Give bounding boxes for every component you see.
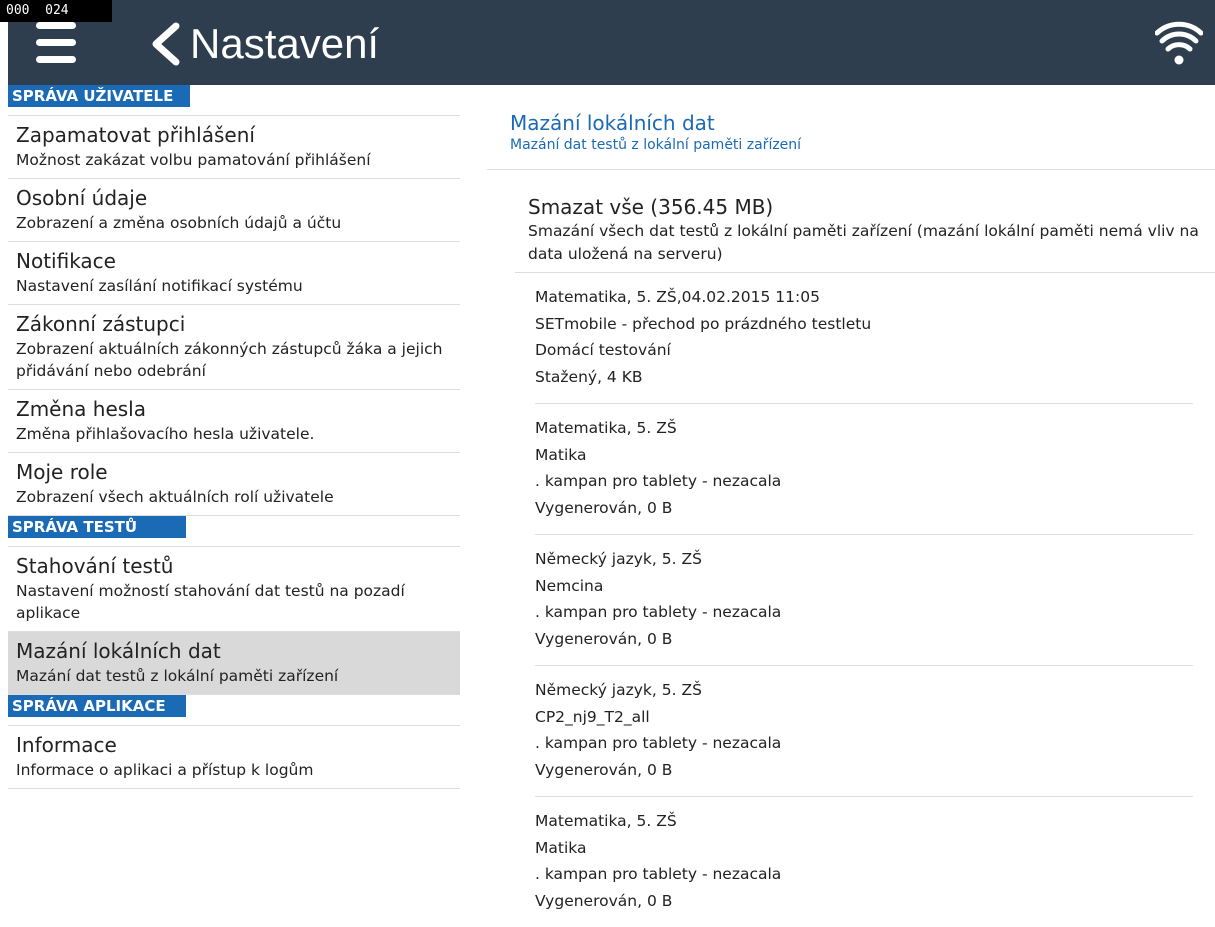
test-data-entry[interactable]: Matematika, 5. ZŠ,04.02.2015 11:05 SETmob… <box>535 273 1193 404</box>
sidebar-item-title: Informace <box>16 733 117 757</box>
entry-status: Vygenerován, 0 B <box>535 498 673 517</box>
sidebar-item-title: Stahování testů <box>16 554 174 578</box>
entry-status: Vygenerován, 0 B <box>535 891 673 910</box>
entry-subject: Matematika, 5. ZŠ <box>535 812 677 830</box>
detail-subtitle: Mazání dat testů z lokální paměti zaříze… <box>510 137 802 153</box>
debug-counter: 000 024 <box>0 0 112 22</box>
test-data-entry[interactable]: Německý jazyk, 5. ZŠ Nemcina . kampan pro … <box>535 535 1193 666</box>
delete-all-title: Smazat vše (356.45 MB) <box>528 195 774 219</box>
sidebar-item[interactable]: Změna hesla Změna přihlašovacího hesla už… <box>8 390 460 453</box>
wifi-icon <box>1155 21 1203 65</box>
entry-status: Stažený, 4 KB <box>535 367 643 386</box>
detail-title: Mazání lokálních dat <box>510 111 715 135</box>
app-bar: Nastavení <box>8 0 1215 85</box>
sidebar-item[interactable]: Moje role Zobrazení všech aktuálních rolí… <box>8 453 460 516</box>
entry-status: Vygenerován, 0 B <box>535 629 673 648</box>
entry-name: Matika <box>535 445 587 464</box>
entry-status: Vygenerován, 0 B <box>535 760 673 779</box>
sidebar-item-subtitle: Zobrazení všech aktuálních rolí uživatel… <box>16 488 334 506</box>
back-button[interactable]: Nastavení <box>148 14 379 74</box>
detail-pane: Mazání lokálních dat Mazání dat testů z … <box>487 85 1215 927</box>
entry-campaign: . kampan pro tablety - nezacala <box>535 603 782 621</box>
page-title: Nastavení <box>190 20 380 67</box>
section-header: SPRÁVA APLIKACE <box>8 695 186 717</box>
sidebar-item-title: Notifikace <box>16 249 116 273</box>
entry-campaign: . kampan pro tablety - nezacala <box>535 865 782 883</box>
sidebar-item-subtitle: Mazání dat testů z lokální paměti zaříze… <box>16 667 339 685</box>
sidebar-item-title: Osobní údaje <box>16 186 148 210</box>
section-header: SPRÁVA TESTŮ <box>8 516 186 538</box>
sidebar-item-subtitle: Nastavení zasílání notifikací systému <box>16 277 303 295</box>
sidebar-item-subtitle: Změna přihlašovacího hesla uživatele. <box>16 425 315 443</box>
test-data-entry[interactable]: Německý jazyk, 5. ZŠ CP2_nj9_T2_all . kamp… <box>535 666 1193 797</box>
sidebar-item-title: Zapamatovat přihlášení <box>16 123 255 147</box>
entry-campaign: Domácí testování <box>535 341 671 359</box>
test-data-entry[interactable]: Matematika, 5. ZŠ Matika . kampan pro tabl… <box>535 797 1193 927</box>
section-header-wrap: SPRÁVA UŽIVATELE <box>8 85 460 116</box>
sidebar-item[interactable]: Informace Informace o aplikaci a přístup … <box>8 726 460 789</box>
sidebar-item[interactable]: Notifikace Nastavení zasílání notifikací … <box>8 242 460 305</box>
entry-subject: Německý jazyk, 5. ZŠ <box>535 681 702 699</box>
sidebar-item-subtitle: Možnost zakázat volbu pamatování přihláš… <box>16 151 371 169</box>
section-header-wrap: SPRÁVA APLIKACE <box>8 695 460 726</box>
sidebar-item[interactable]: Stahování testů Nastavení možností stahov… <box>8 547 460 632</box>
section-header-wrap: SPRÁVA TESTŮ <box>8 516 460 547</box>
sidebar-item-title: Mazání lokálních dat <box>16 639 221 663</box>
sidebar-item-title: Změna hesla <box>16 397 146 421</box>
sidebar-item[interactable]: Mazání lokálních dat Mazání dat testů z l… <box>8 632 460 695</box>
entry-name: SETmobile - přechod po prázdného testlet… <box>535 314 872 333</box>
chevron-left-icon <box>152 22 180 66</box>
entry-campaign: . kampan pro tablety - nezacala <box>535 734 782 752</box>
sidebar-item-subtitle: Nastavení možností stahování dat testů n… <box>16 582 405 622</box>
delete-all-button[interactable]: Smazat vše (356.45 MB) Smazání všech dat… <box>515 170 1215 273</box>
entry-name: CP2_nj9_T2_all <box>535 707 650 726</box>
detail-header: Mazání lokálních dat Mazání dat testů z … <box>487 85 1215 170</box>
sidebar-item[interactable]: Osobní údaje Zobrazení a změna osobních ú… <box>8 179 460 242</box>
section-header: SPRÁVA UŽIVATELE <box>8 85 190 107</box>
entry-subject: Matematika, 5. ZŠ,04.02.2015 11:05 <box>535 288 820 306</box>
test-data-entry[interactable]: Matematika, 5. ZŠ Matika . kampan pro tabl… <box>535 404 1193 535</box>
test-data-list: Matematika, 5. ZŠ,04.02.2015 11:05 SETmob… <box>535 273 1193 927</box>
sidebar-item-subtitle: Zobrazení aktuálních zákonných zástupců … <box>16 340 443 380</box>
hamburger-icon[interactable] <box>36 22 76 68</box>
sidebar-item[interactable]: Zákonní zástupci Zobrazení aktuálních zák… <box>8 305 460 390</box>
sidebar-item[interactable]: Zapamatovat přihlášení Možnost zakázat vo… <box>8 116 460 179</box>
entry-subject: Matematika, 5. ZŠ <box>535 419 677 437</box>
settings-sidebar: SPRÁVA UŽIVATELE Zapamatovat přihlášení Mo… <box>8 85 460 789</box>
entry-name: Matika <box>535 838 587 857</box>
sidebar-item-subtitle: Informace o aplikaci a přístup k logům <box>16 761 314 779</box>
delete-all-description: Smazání všech dat testů z lokální paměti… <box>528 222 1199 263</box>
sidebar-item-subtitle: Zobrazení a změna osobních údajů a účtu <box>16 214 342 232</box>
sidebar-item-title: Zákonní zástupci <box>16 312 186 336</box>
entry-campaign: . kampan pro tablety - nezacala <box>535 472 782 490</box>
entry-name: Nemcina <box>535 576 604 595</box>
entry-subject: Německý jazyk, 5. ZŠ <box>535 550 702 568</box>
sidebar-item-title: Moje role <box>16 460 108 484</box>
